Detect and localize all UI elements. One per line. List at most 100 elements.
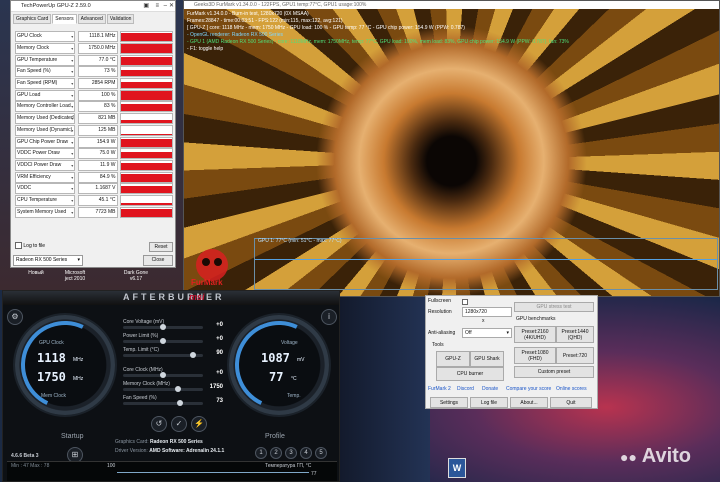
close-button[interactable]: Close: [143, 255, 173, 266]
reset-button[interactable]: Reset: [149, 242, 173, 252]
gpu-stress-test-button[interactable]: GPU stress test: [514, 302, 594, 312]
tab-advanced[interactable]: Advanced: [77, 14, 106, 24]
sensor-label[interactable]: CPU Temperature: [15, 194, 76, 206]
profile-3-button[interactable]: 3: [285, 447, 297, 459]
settings-icon[interactable]: ⚙: [7, 309, 23, 325]
log-label: Log to file: [23, 242, 46, 249]
log-checkbox[interactable]: [15, 242, 22, 249]
profile-4-button[interactable]: 4: [300, 447, 312, 459]
voltage-unit: mV: [297, 357, 305, 363]
slider-track[interactable]: [123, 388, 203, 391]
sensor-graph: [120, 113, 173, 125]
tab-graphics-card[interactable]: Graphics Card: [13, 14, 52, 24]
gauge-top-label: GPU Clock: [39, 340, 64, 346]
menu-icon[interactable]: ≡: [155, 1, 159, 11]
mem-clock-unit: MHz: [73, 376, 84, 382]
custom-preset-button[interactable]: Custom preset: [514, 366, 594, 378]
profile-2-button[interactable]: 2: [270, 447, 282, 459]
temperature-line: [255, 259, 717, 260]
furmark-titlebar[interactable]: Geeks3D FurMark v1.34.0.0 - 122FPS, GPU1…: [184, 1, 719, 9]
resolution-value: 1280x720: [465, 309, 487, 315]
info-icon[interactable]: i: [321, 309, 337, 325]
sensor-row: VDDC Power Draw75.0 W: [15, 148, 173, 160]
sensor-label[interactable]: VDDC: [15, 183, 76, 195]
footer-link[interactable]: Compare your score: [506, 386, 551, 392]
profile-1-button[interactable]: 1: [255, 447, 267, 459]
close-icon[interactable]: ✕: [169, 1, 174, 11]
sensor-label[interactable]: Fan Speed (RPM): [15, 78, 76, 90]
tab-sensors[interactable]: Sensors: [52, 14, 77, 24]
sensor-graph: [120, 124, 173, 136]
quit-button[interactable]: Quit: [550, 397, 592, 408]
sensor-label[interactable]: Fan Speed (%): [15, 66, 76, 78]
gpushark-button[interactable]: GPU Shark: [470, 351, 504, 367]
profile-5-button[interactable]: 5: [315, 447, 327, 459]
sensor-label[interactable]: GPU Load: [15, 89, 76, 101]
sensor-value: 83 %: [78, 101, 119, 113]
sensor-value: 75.0 W: [78, 148, 119, 160]
driver-value: AMD Software: Adrenalin 24.1.1: [149, 448, 225, 454]
log-file-button[interactable]: Log file: [470, 397, 508, 408]
slider-knob[interactable]: [160, 372, 166, 378]
aa-select[interactable]: Off ▾: [462, 328, 512, 338]
gpu-select[interactable]: Radeon RX 500 Series ▾: [13, 255, 83, 266]
slider-knob[interactable]: [174, 386, 181, 392]
sensor-value: 821 MB: [78, 113, 119, 125]
cpu-burner-button[interactable]: CPU burner: [436, 367, 504, 381]
gpuz-titlebar[interactable]: TechPowerUp GPU-Z 2.59.0 ▣ ≡ – ✕: [11, 1, 175, 12]
tab-validation[interactable]: Validation: [106, 14, 135, 24]
about-button[interactable]: About...: [510, 397, 548, 408]
word-document-icon[interactable]: W: [448, 458, 466, 478]
footer-link[interactable]: Online scores: [556, 386, 587, 392]
sensor-value: 1.1687 V: [78, 183, 119, 195]
apply-icon[interactable]: ✓: [171, 416, 187, 432]
sensor-label[interactable]: GPU Chip Power Draw: [15, 136, 76, 148]
desktop-icon-new[interactable]: Новый: [24, 270, 48, 276]
desktop-icon-sublabel: v6.17: [129, 276, 143, 282]
footer-link[interactable]: Donate: [482, 386, 498, 392]
sensor-row: GPU Temperature77.0 °C: [15, 54, 173, 66]
log-to-file[interactable]: Log to file: [15, 242, 45, 249]
slider-knob[interactable]: [189, 352, 196, 358]
sensor-label[interactable]: Memory Clock: [15, 43, 76, 55]
oc-scanner-icon[interactable]: ⚡: [191, 416, 207, 432]
slider-track[interactable]: [123, 402, 203, 405]
graphics-card-info: Graphics Card: Radeon RX 500 Series: [115, 439, 203, 445]
sensor-label[interactable]: Memory Used (Dynamic): [15, 124, 76, 136]
resolution-select[interactable]: 1280x720: [462, 307, 512, 317]
preset-720-button[interactable]: Preset:720: [556, 347, 594, 364]
camera-icon[interactable]: ▣: [143, 1, 149, 11]
desktop-icon-darkgone[interactable]: Dark Gone v6.17: [118, 270, 154, 282]
sensor-label[interactable]: Memory Controller Load: [15, 101, 76, 113]
sensor-graph: [120, 206, 173, 218]
minimize-icon[interactable]: –: [164, 1, 167, 11]
slider-knob[interactable]: [160, 338, 166, 344]
preset-1440-button[interactable]: Preset:1440 (QHD): [556, 326, 594, 343]
hud-line: - OpenGL renderer: Radeon RX 500 Series: [187, 32, 283, 38]
reset-icon[interactable]: ↺: [151, 416, 167, 432]
footer-link[interactable]: FurMark 2: [428, 386, 451, 392]
sensor-label[interactable]: VRM Efficiency: [15, 171, 76, 183]
gpuz-button[interactable]: GPU-Z: [436, 351, 470, 367]
slider-knob[interactable]: [160, 324, 166, 330]
sensor-graph: [120, 54, 173, 66]
sensor-label[interactable]: GPU Clock: [15, 31, 76, 43]
sensor-label[interactable]: System Memory Used: [15, 206, 76, 218]
desktop-icon-microsoft[interactable]: Microsoft ject 2010: [55, 270, 95, 282]
sensor-label[interactable]: Memory Used (Dedicated): [15, 113, 76, 125]
window-title: Geeks3D FurMark v1.34.0.0 - 122FPS, GPU1…: [194, 2, 367, 8]
sensor-label[interactable]: GPU Temperature: [15, 54, 76, 66]
slider-knob[interactable]: [177, 400, 184, 406]
settings-button[interactable]: Settings: [430, 397, 468, 408]
hud-line: Frames:28847 - time:00:03:51 - FPS:122 (…: [187, 18, 343, 24]
sensor-graph: [120, 148, 173, 160]
sensor-label[interactable]: VDDC Power Draw: [15, 148, 76, 160]
fullscreen-checkbox[interactable]: [462, 299, 468, 305]
driver-label: Driver Version:: [115, 448, 148, 454]
sensor-row: CPU Temperature45.1 °C: [15, 194, 173, 207]
footer-link[interactable]: Discord: [457, 386, 474, 392]
preset-2160-button[interactable]: Preset:2160 (4K/UHD): [514, 326, 556, 343]
avito-logo-icon: ●●: [620, 449, 637, 465]
preset-1080-button[interactable]: Preset:1080 (FHD): [514, 347, 556, 364]
sensor-label[interactable]: VDDCI Power Draw: [15, 159, 76, 171]
